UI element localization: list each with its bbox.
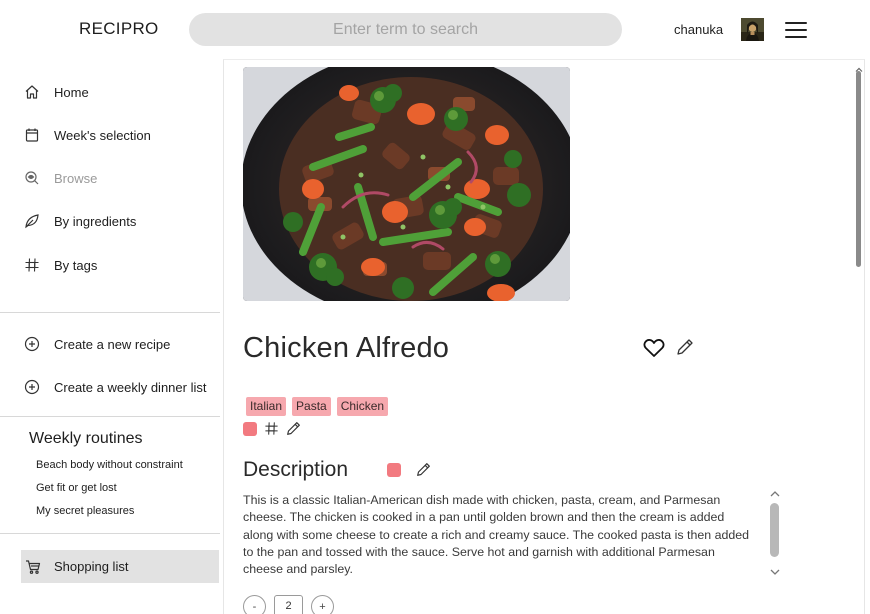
servings-stepper: - 2 + bbox=[243, 595, 334, 614]
decrement-button[interactable]: - bbox=[243, 595, 266, 614]
recipe-detail-panel: Chicken Alfredo Italian Pasta Chicken De… bbox=[223, 59, 865, 614]
shopping-list-label: Shopping list bbox=[54, 559, 129, 574]
sidebar-item-label: By ingredients bbox=[54, 213, 137, 229]
cart-icon bbox=[25, 559, 41, 575]
sidebar-item-by-ingredients[interactable]: By ingredients bbox=[24, 211, 136, 231]
routine-item[interactable]: Get fit or get lost bbox=[36, 482, 117, 494]
heart-icon[interactable] bbox=[643, 338, 665, 358]
tag-chip[interactable]: Pasta bbox=[292, 397, 331, 416]
recipe-title: Chicken Alfredo bbox=[243, 332, 450, 364]
routine-item[interactable]: My secret pleasures bbox=[36, 505, 134, 517]
browse-icon bbox=[24, 170, 40, 186]
chevron-down-icon[interactable] bbox=[769, 564, 781, 575]
tag-chip[interactable]: Italian bbox=[246, 397, 287, 416]
chevron-up-icon[interactable] bbox=[769, 486, 781, 497]
plus-circle-icon bbox=[24, 336, 40, 352]
plus-circle-icon bbox=[24, 379, 40, 395]
create-recipe-label: Create a new recipe bbox=[54, 336, 171, 352]
description-scroll-thumb[interactable] bbox=[770, 503, 779, 557]
tag-chip[interactable]: Chicken bbox=[336, 397, 389, 416]
leaf-icon bbox=[24, 213, 40, 229]
description-heading: Description bbox=[243, 458, 349, 481]
sidebar-item-label: Home bbox=[54, 84, 89, 100]
app-logo[interactable]: RECIPRO bbox=[79, 19, 159, 39]
sidebar-item-label: By tags bbox=[54, 257, 98, 273]
edit-description-pencil-icon[interactable] bbox=[416, 462, 431, 477]
routine-item[interactable]: Beach body without constraint bbox=[36, 459, 183, 471]
sidebar-item-home[interactable]: Home bbox=[24, 82, 89, 102]
sidebar-divider bbox=[0, 312, 220, 313]
tag-list: Italian Pasta Chicken bbox=[246, 397, 389, 416]
main-scroll-thumb[interactable] bbox=[856, 71, 861, 267]
sidebar-item-browse[interactable]: Browse bbox=[24, 168, 97, 188]
sidebar-item-weeks-selection[interactable]: Week's selection bbox=[24, 125, 151, 145]
home-icon bbox=[24, 84, 40, 100]
tag-color-swatch[interactable] bbox=[243, 421, 257, 436]
chevron-up-icon[interactable] bbox=[855, 61, 863, 72]
sidebar: Home Week's selection Browse By ingredie… bbox=[0, 58, 222, 614]
search-input[interactable] bbox=[189, 13, 622, 46]
shopping-list-button[interactable]: Shopping list bbox=[21, 550, 219, 583]
description-color-swatch[interactable] bbox=[387, 463, 401, 477]
hamburger-menu-icon[interactable] bbox=[785, 22, 807, 38]
increment-button[interactable]: + bbox=[311, 595, 334, 614]
hashtag-icon[interactable] bbox=[264, 421, 279, 436]
description-scrollbar[interactable] bbox=[768, 486, 782, 578]
create-weekly-list-label: Create a weekly dinner list bbox=[54, 379, 207, 395]
username-label[interactable]: chanuka bbox=[674, 22, 723, 37]
sidebar-item-label: Browse bbox=[54, 170, 98, 186]
tag-toolbar bbox=[243, 421, 301, 436]
description-text: This is a classic Italian-American dish … bbox=[243, 493, 750, 577]
sidebar-divider bbox=[0, 416, 220, 417]
edit-pencil-icon[interactable] bbox=[676, 338, 694, 356]
hashtag-icon bbox=[24, 257, 40, 273]
calendar-icon bbox=[24, 127, 40, 143]
sidebar-item-by-tags[interactable]: By tags bbox=[24, 255, 97, 275]
weekly-routines-heading: Weekly routines bbox=[29, 430, 143, 447]
sidebar-divider bbox=[0, 533, 220, 534]
top-header: RECIPRO chanuka bbox=[0, 0, 870, 58]
create-recipe-button[interactable]: Create a new recipe bbox=[24, 334, 170, 354]
servings-value[interactable]: 2 bbox=[274, 595, 303, 614]
sidebar-item-label: Week's selection bbox=[54, 127, 151, 143]
avatar[interactable] bbox=[741, 18, 764, 41]
edit-tags-pencil-icon[interactable] bbox=[286, 421, 301, 436]
recipe-photo bbox=[243, 67, 570, 301]
create-weekly-list-button[interactable]: Create a weekly dinner list bbox=[24, 377, 206, 397]
main-scrollbar[interactable] bbox=[853, 59, 865, 614]
